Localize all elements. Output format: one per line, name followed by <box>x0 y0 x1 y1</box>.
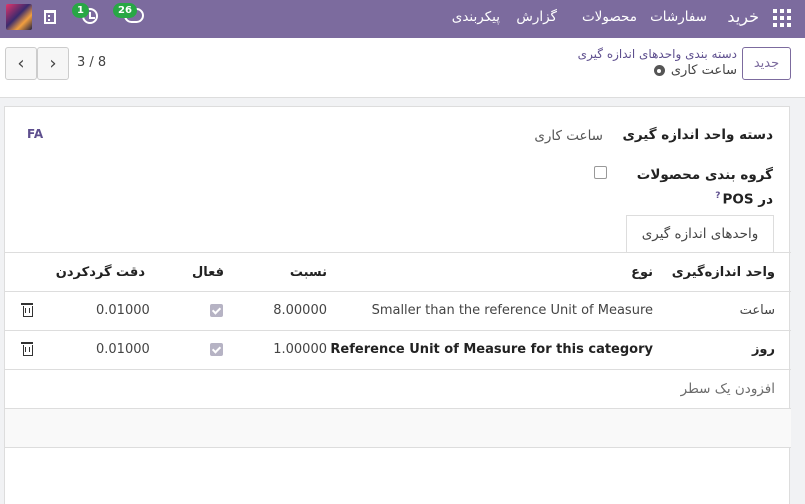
menu-configuration[interactable]: پیکربندی <box>452 9 500 25</box>
top-navbar: خرید سفارشات محصولات گزارش پیکربندی 1 26 <box>0 0 805 38</box>
language-toggle[interactable]: FA <box>27 127 43 141</box>
row-uom: روز <box>751 342 775 357</box>
pos-checkbox[interactable] <box>594 166 607 179</box>
form-sheet: FA دسته واحد اندازه گیری ساعت کاری گروه … <box>4 106 791 504</box>
breadcrumb[interactable]: دسته بندی واحدهای اندازه گیری <box>578 47 737 61</box>
row-ratio: 1.00000 <box>273 342 327 357</box>
menu-products[interactable]: محصولات <box>582 9 637 25</box>
chevron-left-icon: ‹ <box>17 53 25 74</box>
column-ratio[interactable]: نسبت <box>290 265 327 280</box>
row-type: Reference Unit of Measure for this categ… <box>330 342 653 357</box>
pager-previous-button[interactable]: ‹ <box>5 47 37 80</box>
app-brand[interactable]: خرید <box>727 7 759 26</box>
menu-reporting[interactable]: گزارش <box>516 9 557 25</box>
pos-label: گروه بندی محصولات در POS? <box>623 165 773 211</box>
gear-icon[interactable] <box>653 65 665 76</box>
help-icon[interactable]: ? <box>715 191 720 201</box>
row-type: Smaller than the reference Unit of Measu… <box>371 303 653 318</box>
add-line-row: افزودن یک سطر <box>5 370 791 409</box>
column-active[interactable]: فعال <box>192 265 224 280</box>
pager-value[interactable]: 3 / 8 <box>77 55 106 70</box>
category-value[interactable]: ساعت کاری <box>534 128 603 144</box>
row-uom: ساعت <box>739 303 775 318</box>
menu-orders[interactable]: سفارشات <box>650 9 707 25</box>
building-icon[interactable] <box>44 10 56 24</box>
row-rounding: 0.01000 <box>96 342 150 357</box>
pager-next-button[interactable]: › <box>37 47 69 80</box>
user-avatar[interactable] <box>6 4 32 30</box>
category-label: دسته واحد اندازه گیری <box>622 127 773 143</box>
table-row[interactable]: ساعت Smaller than the reference Unit of … <box>5 292 791 331</box>
row-ratio: 8.00000 <box>273 303 327 318</box>
row-active-checkbox[interactable] <box>210 304 223 317</box>
messages-badge: 26 <box>113 3 137 18</box>
empty-row <box>5 409 791 448</box>
control-panel: ‹ › 3 / 8 جدید دسته بندی واحدهای اندازه … <box>0 38 805 98</box>
chevron-right-icon: › <box>49 53 57 74</box>
apps-grid-icon[interactable] <box>773 9 791 27</box>
column-type[interactable]: نوع <box>631 265 653 280</box>
pos-label-text: گروه بندی محصولات در POS <box>636 167 773 208</box>
record-title: ساعت کاری <box>670 63 737 78</box>
row-rounding: 0.01000 <box>96 303 150 318</box>
new-button[interactable]: جدید <box>742 47 791 80</box>
table-header: واحد اندازه‌گیری نوع نسبت فعال دقت گردکر… <box>5 253 791 292</box>
row-active-checkbox[interactable] <box>210 343 223 356</box>
column-rounding[interactable]: دقت گردکردن <box>56 265 145 280</box>
table-row[interactable]: روز Reference Unit of Measure for this c… <box>5 331 791 370</box>
trash-icon[interactable] <box>21 303 33 317</box>
activity-badge: 1 <box>72 3 89 18</box>
trash-icon[interactable] <box>21 342 33 356</box>
tab-units-of-measure[interactable]: واحدهای اندازه گیری <box>626 215 774 253</box>
record-title-row: ساعت کاری <box>653 63 737 78</box>
add-line-link[interactable]: افزودن یک سطر <box>681 381 775 397</box>
column-uom[interactable]: واحد اندازه‌گیری <box>672 265 775 280</box>
